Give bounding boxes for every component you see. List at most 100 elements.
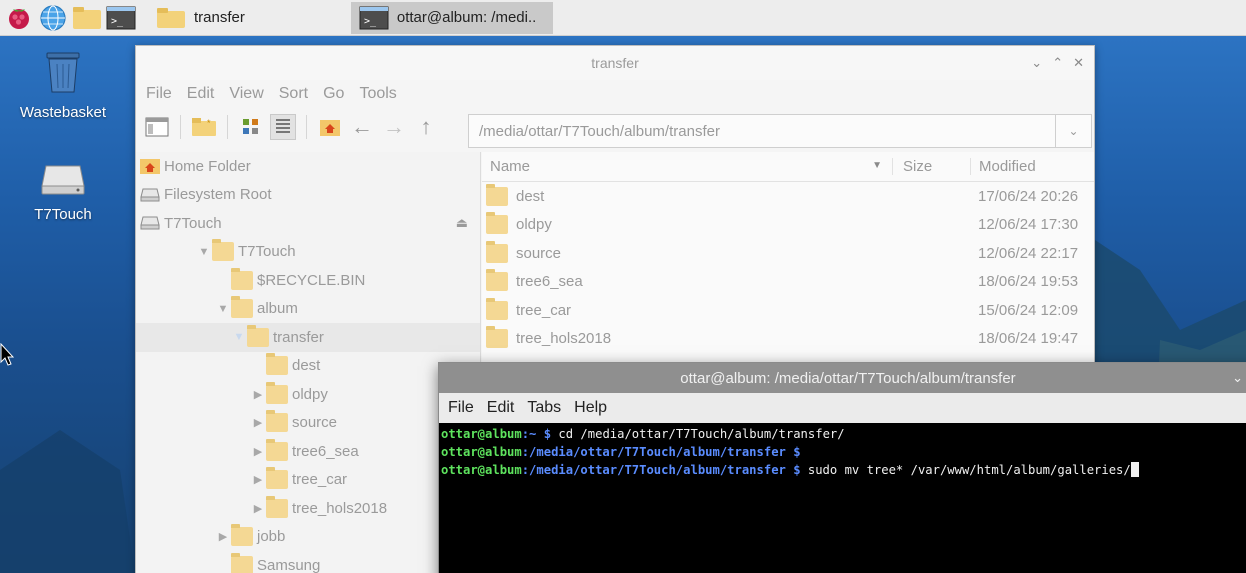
menu-edit[interactable]: Edit xyxy=(187,85,215,103)
mouse-pointer-icon xyxy=(0,343,14,366)
folder-icon xyxy=(486,212,508,235)
expand-arrow-icon[interactable]: ▶ xyxy=(250,416,266,429)
tree-item-transfer[interactable]: ▼ transfer xyxy=(136,323,480,352)
sidebar: Home Folder Filesystem Root T7Touch ⏏ ▼ … xyxy=(136,152,481,573)
folder-icon xyxy=(231,524,253,547)
expand-arrow-icon[interactable]: ▶ xyxy=(250,502,266,515)
minimize-icon[interactable]: ⌄ xyxy=(1232,370,1243,386)
path-input[interactable]: /media/ottar/T7Touch/album/transfer xyxy=(468,114,1056,148)
task-transfer[interactable]: transfer xyxy=(148,2,253,34)
prompt-path: :~ $ xyxy=(521,427,552,441)
tree-item-samsung[interactable]: Samsung xyxy=(136,551,480,573)
tree-item-source[interactable]: ▶ source xyxy=(136,409,480,438)
icon-view-icon[interactable] xyxy=(238,114,264,140)
tree-item-tree-car[interactable]: ▶ tree_car xyxy=(136,466,480,495)
home-icon[interactable] xyxy=(317,114,343,140)
back-arrow-icon[interactable]: ← xyxy=(349,114,375,140)
file-row[interactable]: tree_car 15/06/24 12:09 xyxy=(482,296,1094,325)
menu-go[interactable]: Go xyxy=(323,85,344,103)
new-window-icon[interactable] xyxy=(144,114,170,140)
tree-item-recycle-bin[interactable]: $RECYCLE.BIN xyxy=(136,266,480,295)
folder-icon xyxy=(266,381,288,404)
menu-edit[interactable]: Edit xyxy=(487,399,515,417)
expand-arrow-icon[interactable]: ▼ xyxy=(231,331,247,343)
terminal-titlebar[interactable]: ottar@album: /media/ottar/T7Touch/album/… xyxy=(439,363,1246,393)
file-manager-icon[interactable] xyxy=(72,3,102,33)
forward-arrow-icon[interactable]: → xyxy=(381,114,407,140)
menu-view[interactable]: View xyxy=(229,85,263,103)
place-label: Home Folder xyxy=(164,157,251,175)
path-dropdown-chevron-icon[interactable]: ⌄ xyxy=(1056,114,1092,148)
folder-icon xyxy=(486,326,508,349)
tree-item-oldpy[interactable]: ▶ oldpy xyxy=(136,380,480,409)
column-header-size[interactable]: Size xyxy=(892,158,970,175)
raspberry-pi-menu-icon[interactable] xyxy=(4,3,34,33)
terminal-output[interactable]: ottar@album:~ $ cd /media/ottar/T7Touch/… xyxy=(439,423,1246,481)
menu-file[interactable]: File xyxy=(146,85,172,103)
tree-label: jobb xyxy=(257,528,286,546)
tree-label: oldpy xyxy=(292,385,328,403)
menu-tabs[interactable]: Tabs xyxy=(527,399,561,417)
task-terminal[interactable]: >_ ottar@album: /medi.. xyxy=(350,1,553,34)
expand-arrow-icon[interactable]: ▶ xyxy=(250,445,266,458)
file-row[interactable]: oldpy 12/06/24 17:30 xyxy=(482,211,1094,240)
up-arrow-icon[interactable]: ↑ xyxy=(413,114,439,140)
tree-item-tree-hols2018[interactable]: ▶ tree_hols2018 xyxy=(136,494,480,523)
file-name: tree_hols2018 xyxy=(516,330,612,348)
list-header: Name ▼ Size Modified xyxy=(482,152,1094,182)
tree-item-t7touch[interactable]: ▼ T7Touch xyxy=(136,238,480,267)
expand-arrow-icon[interactable]: ▼ xyxy=(196,246,212,258)
wastebasket-icon xyxy=(46,52,80,93)
home-icon xyxy=(140,159,160,175)
tree-item-tree6-sea[interactable]: ▶ tree6_sea xyxy=(136,437,480,466)
list-view-icon[interactable] xyxy=(270,114,296,140)
expand-arrow-icon[interactable]: ▶ xyxy=(250,388,266,401)
prompt-user: ottar@album xyxy=(441,445,522,459)
eject-icon[interactable]: ⏏ xyxy=(456,215,468,231)
column-header-modified[interactable]: Modified xyxy=(970,158,1094,175)
prompt-user: ottar@album xyxy=(441,463,522,477)
place-filesystem-root[interactable]: Filesystem Root xyxy=(136,181,480,210)
place-label: T7Touch xyxy=(164,214,222,232)
new-folder-icon[interactable]: * xyxy=(191,114,217,140)
place-t7touch[interactable]: T7Touch ⏏ xyxy=(136,209,480,238)
window-title: transfer xyxy=(591,55,639,71)
terminal-line: ottar@album:/media/ottar/T7Touch/album/t… xyxy=(441,461,1246,479)
taskbar: >_ transfer >_ ottar@album: /medi.. xyxy=(0,0,1246,36)
terminal-menubar: File Edit Tabs Help xyxy=(439,393,1246,423)
menu-tools[interactable]: Tools xyxy=(359,85,396,103)
file-row[interactable]: dest 17/06/24 20:26 xyxy=(482,182,1094,211)
close-icon[interactable]: ✕ xyxy=(1073,55,1084,71)
expand-arrow-icon[interactable]: ▶ xyxy=(215,530,231,543)
tree-label: transfer xyxy=(273,328,324,346)
terminal-icon[interactable]: >_ xyxy=(106,3,136,33)
file-row[interactable]: tree_hols2018 18/06/24 19:47 xyxy=(482,325,1094,354)
file-name: dest xyxy=(516,187,545,205)
tree-item-jobb[interactable]: ▶ jobb xyxy=(136,523,480,552)
desktop-icon-wastebasket[interactable]: Wastebasket xyxy=(3,50,123,121)
task-label: transfer xyxy=(194,9,245,26)
menu-file[interactable]: File xyxy=(448,399,474,417)
tree-item-album[interactable]: ▼ album xyxy=(136,295,480,324)
column-label: Modified xyxy=(979,158,1036,175)
file-name: tree6_sea xyxy=(516,273,583,291)
tree-label: tree_car xyxy=(292,471,348,489)
minimize-icon[interactable]: ⌄ xyxy=(1031,55,1042,71)
expand-arrow-icon[interactable]: ▶ xyxy=(250,473,266,486)
menu-sort[interactable]: Sort xyxy=(279,85,308,103)
window-title: ottar@album: /media/ottar/T7Touch/album/… xyxy=(680,369,1016,387)
path-text: /media/ottar/T7Touch/album/transfer xyxy=(479,122,720,140)
web-browser-icon[interactable] xyxy=(38,3,68,33)
file-manager-titlebar[interactable]: transfer ⌄ ⌃ ✕ xyxy=(136,46,1094,80)
expand-arrow-icon[interactable]: ▼ xyxy=(215,303,231,315)
maximize-icon[interactable]: ⌃ xyxy=(1052,55,1063,71)
folder-icon xyxy=(486,240,508,263)
tree-item-dest[interactable]: dest xyxy=(136,352,480,381)
column-header-name[interactable]: Name ▼ xyxy=(482,158,892,175)
desktop-icon-t7touch[interactable]: T7Touch xyxy=(3,160,123,223)
menu-help[interactable]: Help xyxy=(574,399,607,417)
file-row[interactable]: tree6_sea 18/06/24 19:53 xyxy=(482,268,1094,297)
place-home-folder[interactable]: Home Folder xyxy=(136,152,480,181)
file-row[interactable]: source 12/06/24 22:17 xyxy=(482,239,1094,268)
file-manager-menubar: File Edit View Sort Go Tools xyxy=(136,80,1094,108)
